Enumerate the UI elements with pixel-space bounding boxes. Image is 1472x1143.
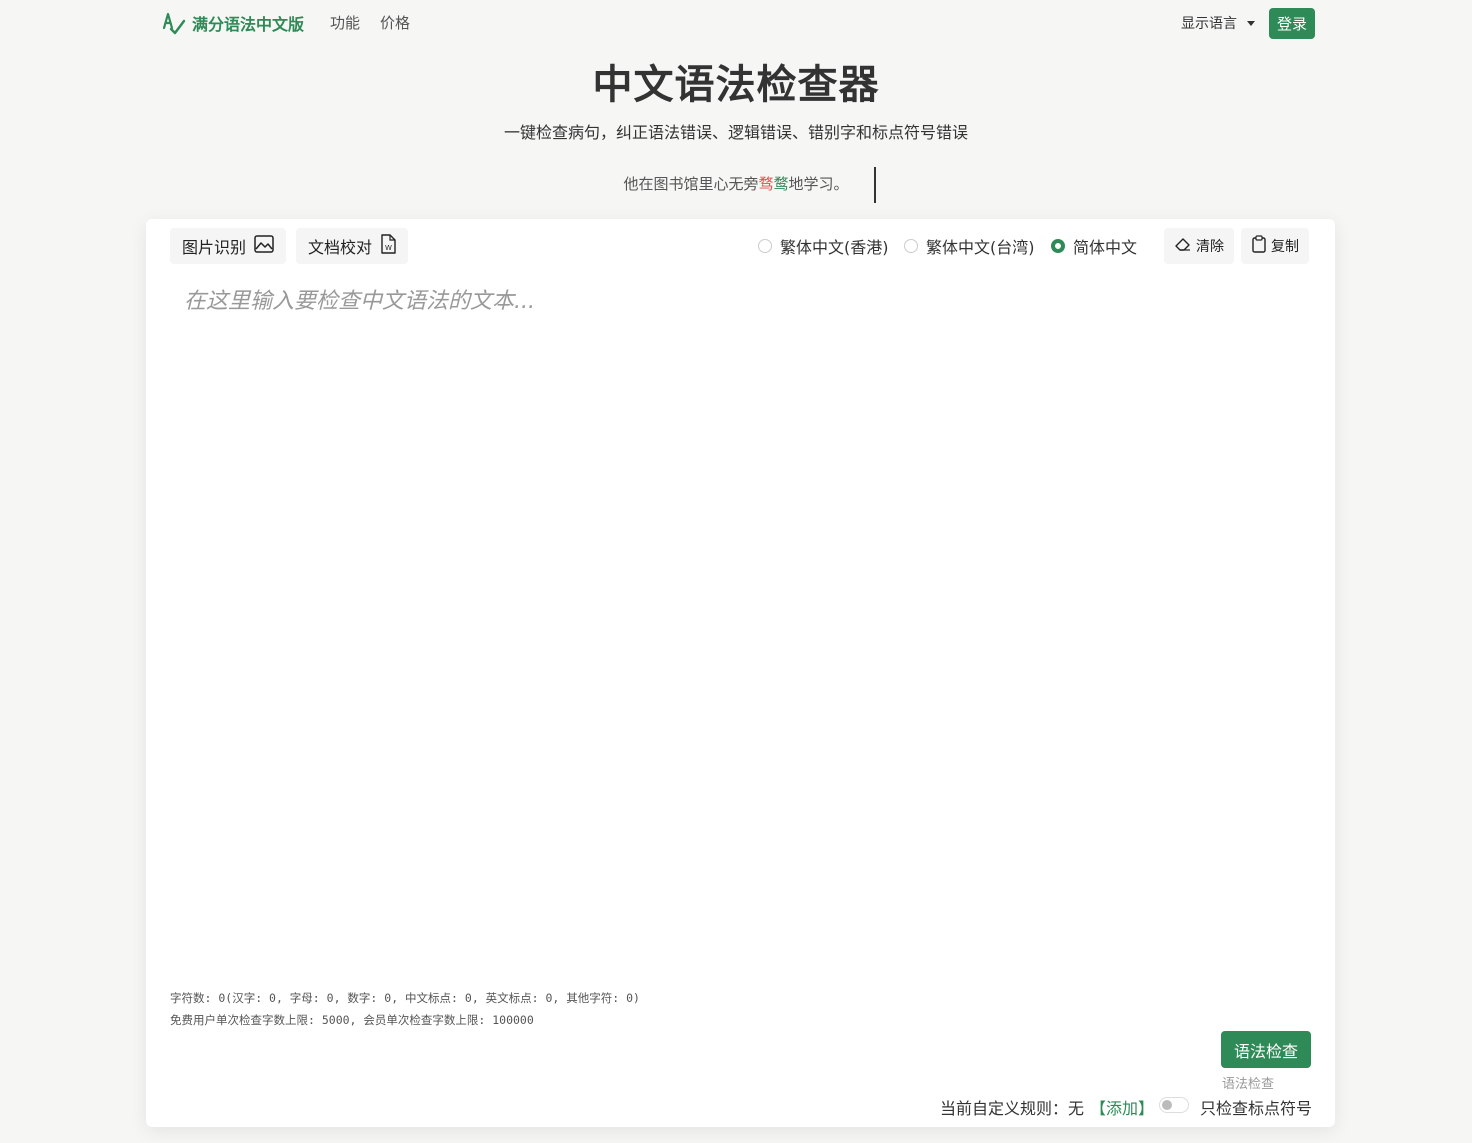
typing-cursor (874, 167, 876, 203)
add-rule-link[interactable]: 【添加】 (1090, 1095, 1154, 1119)
clear-label: 清除 (1196, 239, 1224, 255)
demo-error-char: 骛 (758, 175, 774, 193)
demo-text-before: 他在图书馆里心无旁 (623, 175, 759, 193)
clear-button[interactable]: 清除 (1164, 228, 1234, 264)
eraser-icon (1174, 235, 1192, 257)
text-editor-input[interactable] (182, 281, 1306, 965)
toggle-knob (1162, 1100, 1172, 1110)
brand-logo-link[interactable]: 满分语法中文版 (160, 8, 304, 38)
punctuation-only-toggle[interactable] (1159, 1097, 1189, 1113)
copy-label: 复制 (1271, 239, 1299, 255)
image-icon (254, 235, 274, 257)
demo-text-after: 地学习。 (788, 175, 849, 193)
brand-name: 满分语法中文版 (192, 15, 305, 34)
radio-indicator-checked (1051, 239, 1065, 253)
document-check-button[interactable]: 文档校对 W (296, 228, 409, 264)
document-check-label: 文档校对 (308, 238, 373, 257)
display-language-label: 显示语言 (1181, 16, 1237, 32)
copy-button[interactable]: 复制 (1241, 228, 1309, 264)
image-ocr-label: 图片识别 (182, 238, 247, 257)
radio-label: 繁体中文(台湾) (926, 238, 1035, 257)
nav-link-features[interactable]: 功能 (330, 12, 360, 33)
word-file-icon: W (380, 234, 396, 258)
editor-card: 图片识别 文档校对 W 繁体中文(香港) 繁体中文(台湾) 简体中文 清除 复制… (146, 219, 1335, 1127)
top-navbar: 满分语法中文版 功能 价格 显示语言 登录 (0, 0, 1472, 46)
grammar-check-caption: 语法检查 (1222, 1077, 1275, 1092)
display-language-dropdown[interactable]: 显示语言 (1181, 13, 1255, 33)
grammar-check-button[interactable]: 语法检查 (1221, 1031, 1311, 1068)
radio-indicator (904, 239, 918, 253)
demo-sentence: 他在图书馆里心无旁骛鹜地学习。 (0, 173, 1472, 194)
radio-label: 简体中文 (1073, 238, 1138, 257)
custom-rules-label: 当前自定义规则：无 (940, 1099, 1085, 1118)
custom-rules: 当前自定义规则：无 【添加】 (940, 1095, 1154, 1119)
radio-simplified[interactable]: 简体中文 (1051, 234, 1137, 258)
clipboard-icon (1251, 235, 1267, 257)
character-limit-info: 免费用户单次检查字数上限: 5000, 会员单次检查字数上限: 100000 (170, 1013, 534, 1027)
brand-check-icon (160, 10, 186, 36)
login-button[interactable]: 登录 (1269, 8, 1315, 39)
radio-indicator (758, 239, 772, 253)
nav-link-pricing[interactable]: 价格 (380, 12, 410, 33)
radio-traditional-tw[interactable]: 繁体中文(台湾) (904, 234, 1035, 258)
character-count-stats: 字符数: 0(汉字: 0, 字母: 0, 数字: 0, 中文标点: 0, 英文标… (170, 991, 640, 1005)
page-subtitle: 一键检查病句，纠正语法错误、逻辑错误、错别字和标点符号错误 (503, 123, 968, 142)
image-ocr-button[interactable]: 图片识别 (170, 228, 287, 264)
radio-label: 繁体中文(香港) (780, 238, 889, 257)
page-title: 中文语法检查器 (592, 62, 880, 108)
demo-correct-char: 鹜 (773, 175, 789, 193)
svg-text:W: W (385, 244, 392, 252)
caret-down-icon (1247, 20, 1255, 26)
punctuation-only-label: 只检查标点符号 (1200, 1099, 1313, 1118)
radio-traditional-hk[interactable]: 繁体中文(香港) (758, 234, 889, 258)
